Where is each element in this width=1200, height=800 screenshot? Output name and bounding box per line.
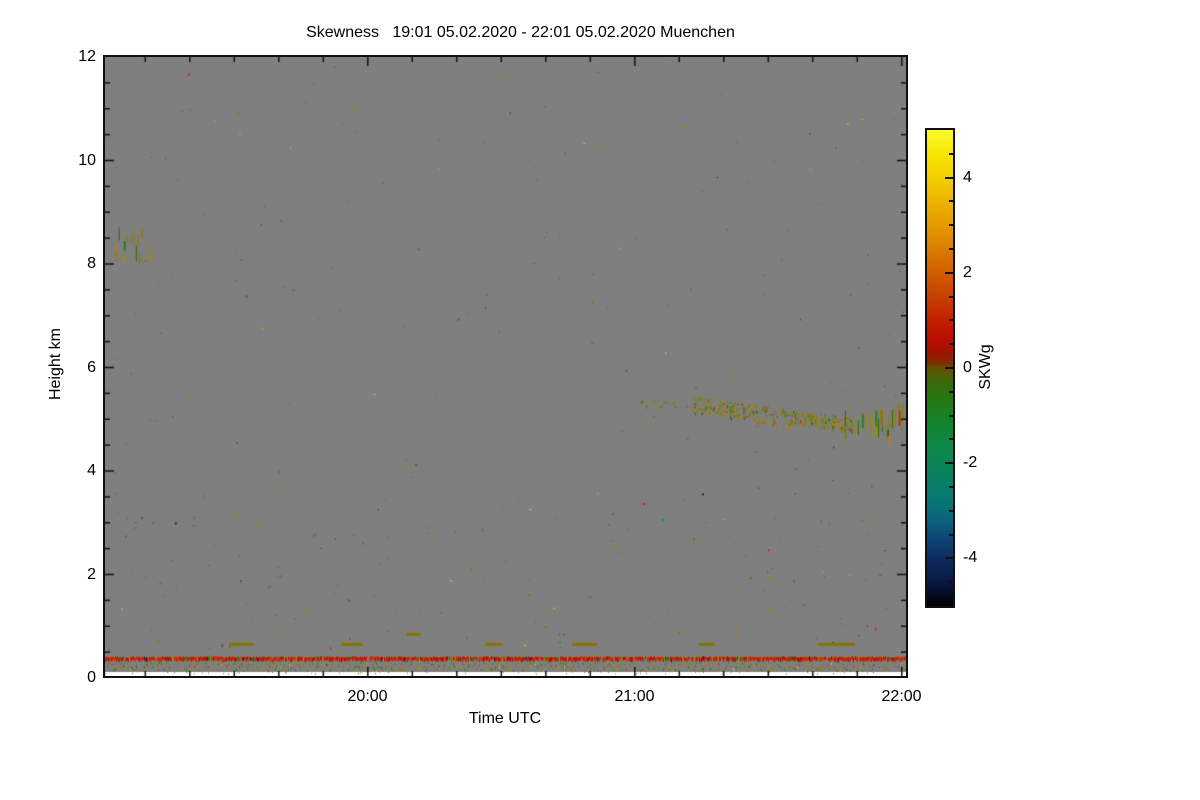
colorbar-minor-tick: [949, 509, 953, 512]
colorbar-tick-label--2: -2: [963, 454, 978, 472]
y-tick-label-8: 8: [87, 255, 96, 272]
skewness-figure: Skewness 19:01 05.02.2020 - 22:01 05.02.…: [0, 0, 1200, 800]
colorbar-major-tick: [945, 271, 953, 274]
colorbar-minor-tick: [949, 295, 953, 298]
colorbar-minor-tick: [949, 390, 953, 393]
colorbar-gradient: [925, 128, 955, 608]
y-tick-label-0: 0: [87, 669, 96, 686]
colorbar-tick-label-4: 4: [963, 168, 972, 186]
y-tick-label-2: 2: [87, 565, 96, 583]
colorbar-minor-tick: [949, 319, 953, 322]
colorbar-minor-tick: [949, 581, 953, 584]
y-axis-title: Height km: [47, 327, 64, 401]
colorbar-minor-tick: [949, 248, 953, 250]
colorbar-minor-tick: [949, 438, 953, 441]
colorbar-title: SKWg: [977, 344, 994, 390]
colorbar-tick-label--4: -4: [963, 549, 978, 567]
y-tick-label-4: 4: [87, 462, 96, 479]
colorbar-major-tick: [945, 367, 953, 369]
colorbar-major-tick: [945, 462, 953, 465]
heatmap-canvas: [105, 57, 906, 676]
colorbar-minor-tick: [949, 200, 953, 203]
colorbar-minor-tick: [949, 414, 953, 417]
colorbar-tick-label-2: 2: [963, 263, 972, 281]
x-tick-label-2100: 21:00: [614, 688, 655, 705]
colorbar-major-tick: [945, 557, 953, 560]
colorbar-major-tick: [945, 176, 953, 179]
x-tick-label-2000: 20:00: [347, 688, 388, 705]
y-tick-label-10: 10: [78, 151, 96, 169]
colorbar-minor-tick: [949, 486, 953, 488]
y-tick-label-12: 12: [78, 48, 96, 65]
colorbar-minor-tick: [949, 533, 953, 536]
x-axis-title: Time UTC: [468, 710, 542, 727]
plot-title: Skewness 19:01 05.02.2020 - 22:01 05.02.…: [306, 24, 735, 41]
colorbar-minor-tick: [949, 152, 953, 155]
colorbar-minor-tick: [949, 343, 953, 346]
x-tick-label-2200: 22:00: [881, 688, 922, 705]
colorbar-minor-tick: [949, 224, 953, 227]
